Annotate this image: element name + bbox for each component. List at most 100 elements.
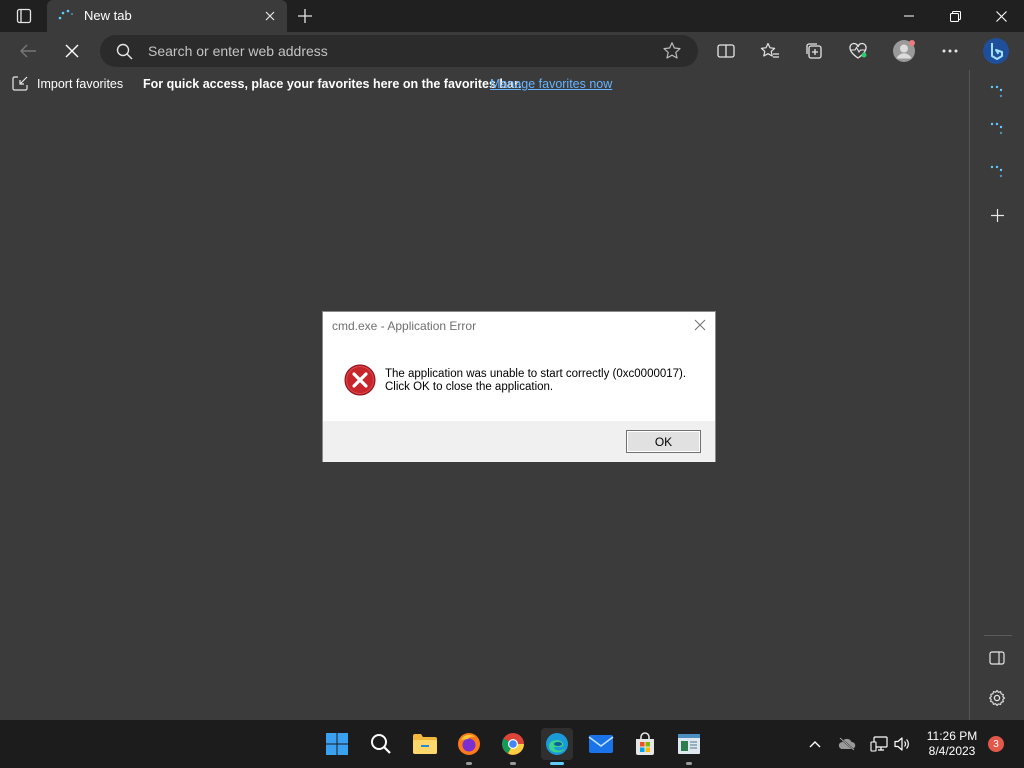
tab-actions-icon bbox=[16, 8, 32, 24]
arrow-left-icon bbox=[20, 44, 36, 58]
favorites-star-list-icon bbox=[760, 42, 779, 58]
clock-button[interactable]: 11:26 PM 8/4/2023 bbox=[920, 729, 984, 759]
close-icon[interactable] bbox=[693, 318, 707, 332]
split-screen-button[interactable] bbox=[710, 36, 742, 66]
sidebar-app-loading-2[interactable] bbox=[984, 115, 1010, 141]
restore-icon bbox=[949, 10, 961, 22]
network-tray-button[interactable] bbox=[869, 734, 889, 754]
active-indicator bbox=[550, 762, 564, 765]
sidebar-app-loading-1[interactable] bbox=[984, 78, 1010, 104]
sidebar-add-button[interactable] bbox=[984, 202, 1010, 228]
chevron-up-icon bbox=[809, 741, 821, 748]
running-indicator bbox=[686, 762, 692, 765]
edge-button[interactable] bbox=[541, 728, 573, 765]
back-button[interactable] bbox=[12, 36, 44, 66]
import-favorites-label: Import favorites bbox=[37, 76, 124, 91]
chrome-button[interactable] bbox=[497, 728, 529, 765]
microsoft-store-button[interactable] bbox=[629, 728, 661, 760]
running-indicator bbox=[510, 762, 516, 765]
firefox-icon bbox=[458, 733, 480, 755]
tab-close-button[interactable] bbox=[261, 7, 279, 25]
clock-date: 8/4/2023 bbox=[928, 744, 976, 758]
dialog-footer: OK bbox=[323, 421, 715, 462]
dialog-message: The application was unable to start corr… bbox=[385, 368, 686, 394]
close-window-button[interactable] bbox=[978, 0, 1024, 32]
import-favorites-button[interactable]: Import favorites bbox=[12, 76, 123, 91]
dialog-title: cmd.exe - Application Error bbox=[332, 319, 477, 333]
tab-actions-button[interactable] bbox=[10, 6, 38, 26]
hide-sidebar-button[interactable] bbox=[984, 645, 1010, 671]
volume-tray-button[interactable] bbox=[892, 734, 912, 754]
bing-icon bbox=[983, 38, 1009, 64]
firefox-button[interactable] bbox=[453, 728, 485, 765]
plus-icon bbox=[990, 208, 1004, 222]
close-icon bbox=[65, 44, 79, 58]
address-bar[interactable] bbox=[100, 35, 698, 67]
folder-icon bbox=[413, 734, 437, 754]
dialog-body: The application was unable to start corr… bbox=[323, 342, 715, 421]
settings-more-button[interactable] bbox=[934, 36, 966, 66]
profile-button[interactable] bbox=[888, 36, 920, 66]
file-explorer-button[interactable] bbox=[409, 728, 441, 760]
manage-favorites-link[interactable]: Manage favorites now bbox=[490, 77, 612, 91]
title-bar: New tab bbox=[0, 0, 1024, 32]
sidebar-settings-button[interactable] bbox=[984, 685, 1010, 711]
clock-time: 11:26 PM bbox=[926, 729, 978, 743]
speaker-icon bbox=[894, 737, 909, 751]
loading-spinner-icon bbox=[58, 9, 73, 20]
loading-spinner-icon bbox=[990, 122, 1003, 135]
gear-icon bbox=[988, 689, 1006, 707]
browser-essentials-button[interactable] bbox=[842, 36, 874, 66]
heart-pulse-icon bbox=[849, 42, 867, 59]
search-button[interactable] bbox=[365, 728, 397, 760]
chrome-icon bbox=[502, 733, 524, 755]
plus-icon bbox=[298, 9, 312, 23]
ok-button[interactable]: OK bbox=[626, 430, 701, 453]
avatar-icon bbox=[893, 40, 915, 62]
mail-icon bbox=[588, 735, 614, 753]
minimize-icon bbox=[904, 15, 914, 17]
edge-sidebar bbox=[969, 70, 1024, 720]
search-icon bbox=[371, 734, 391, 754]
screen: New tab Search or enter web address Impo… bbox=[0, 0, 1024, 768]
error-icon bbox=[344, 364, 376, 396]
tab-new-tab[interactable]: New tab bbox=[47, 0, 287, 32]
store-icon bbox=[636, 732, 654, 755]
taskbar: 11:26 PM 8/4/2023 3 bbox=[0, 720, 1024, 768]
close-icon bbox=[265, 11, 275, 21]
network-icon bbox=[870, 736, 888, 752]
dialog-message-line-1: The application was unable to start corr… bbox=[385, 368, 687, 380]
application-error-dialog: cmd.exe - Application Error The applicat… bbox=[322, 311, 716, 462]
favorites-button[interactable] bbox=[754, 36, 786, 66]
tab-title: New tab bbox=[84, 8, 132, 23]
restore-button[interactable] bbox=[932, 0, 978, 32]
favorites-bar: Import favorites For quick access, place… bbox=[0, 70, 969, 98]
search-icon bbox=[116, 43, 133, 60]
close-icon bbox=[995, 10, 1007, 22]
show-hidden-icons-button[interactable] bbox=[805, 734, 825, 754]
new-tab-button[interactable] bbox=[294, 5, 316, 27]
running-indicator bbox=[466, 762, 472, 765]
windows-logo-icon bbox=[326, 733, 348, 755]
sidebar-panel-icon bbox=[989, 651, 1005, 665]
address-input[interactable] bbox=[148, 41, 648, 61]
loading-spinner-icon bbox=[990, 85, 1003, 98]
system-info-app-button[interactable] bbox=[673, 728, 705, 765]
sidebar-app-loading-3[interactable] bbox=[984, 158, 1010, 184]
dialog-message-line-2: Click OK to close the application. bbox=[385, 381, 554, 393]
start-button[interactable] bbox=[321, 728, 353, 760]
collections-button[interactable] bbox=[798, 36, 830, 66]
notification-badge[interactable]: 3 bbox=[988, 736, 1004, 752]
bing-copilot-button[interactable] bbox=[980, 36, 1012, 66]
collections-icon bbox=[806, 43, 822, 59]
minimize-button[interactable] bbox=[886, 0, 932, 32]
onedrive-tray-button[interactable] bbox=[837, 734, 857, 754]
add-favorite-star-icon[interactable] bbox=[662, 41, 682, 61]
loading-spinner-icon bbox=[990, 165, 1003, 178]
import-icon bbox=[12, 76, 28, 91]
mail-button[interactable] bbox=[585, 728, 617, 760]
edge-icon bbox=[546, 733, 568, 755]
sidebar-divider bbox=[984, 635, 1012, 636]
stop-loading-button[interactable] bbox=[56, 36, 88, 66]
favorites-hint-text: For quick access, place your favorites h… bbox=[143, 77, 522, 91]
